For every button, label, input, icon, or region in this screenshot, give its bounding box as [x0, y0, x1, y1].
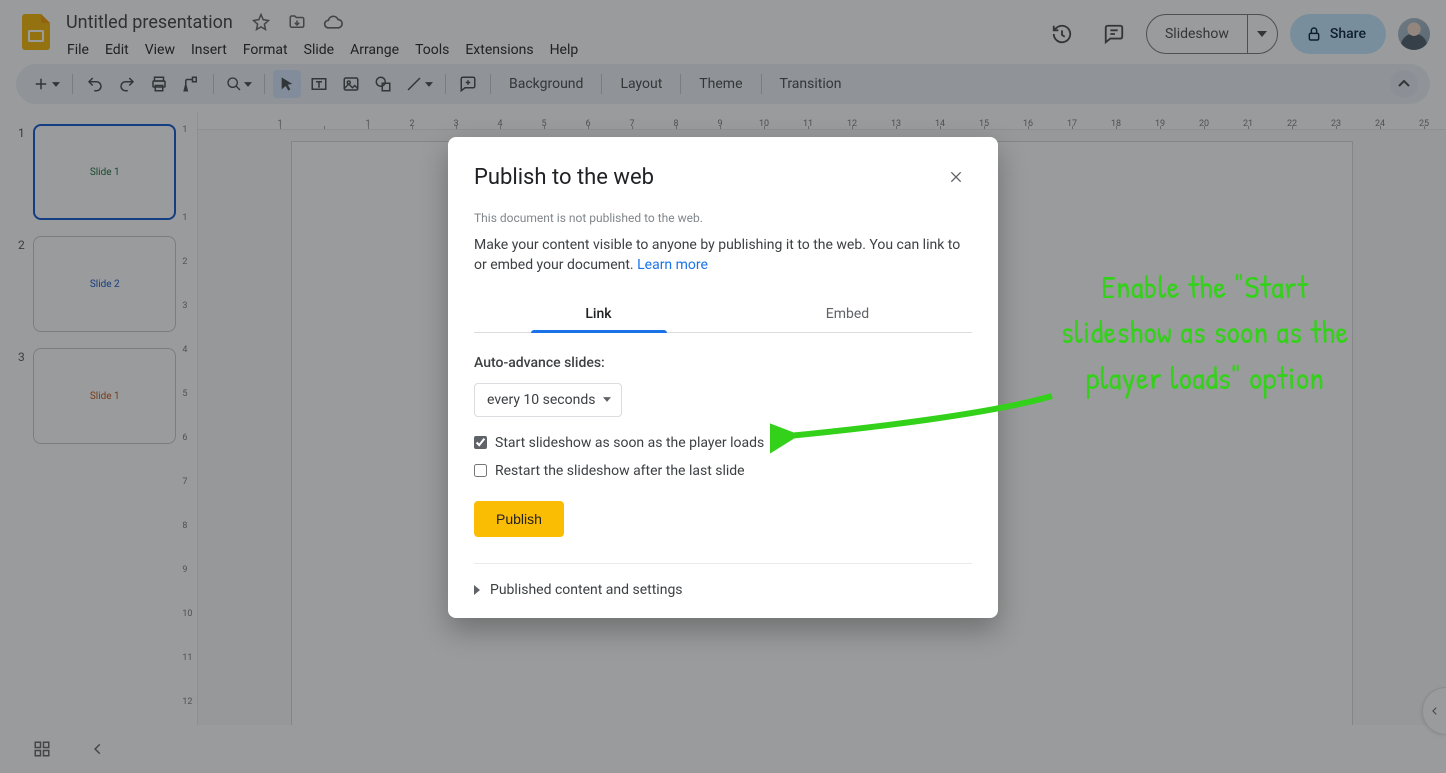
- dropdown-icon: [603, 397, 611, 402]
- divider: [474, 563, 972, 564]
- auto-advance-value: every 10 seconds: [487, 392, 595, 408]
- expander-published-content[interactable]: Published content and settings: [474, 582, 972, 598]
- learn-more-link[interactable]: Learn more: [637, 257, 708, 273]
- publish-dialog: Publish to the web This document is not …: [448, 137, 998, 618]
- dialog-subtitle: This document is not published to the we…: [474, 211, 972, 225]
- auto-advance-select[interactable]: every 10 seconds: [474, 383, 622, 417]
- publish-button[interactable]: Publish: [474, 501, 564, 537]
- dialog-tabs: Link Embed: [474, 296, 972, 333]
- triangle-right-icon: [474, 585, 480, 595]
- close-icon[interactable]: [940, 161, 972, 193]
- checkbox-start-slideshow[interactable]: Start slideshow as soon as the player lo…: [474, 435, 972, 451]
- dialog-title: Publish to the web: [474, 165, 940, 190]
- checkbox-start-slideshow-input[interactable]: [474, 436, 487, 449]
- checkbox-restart-slideshow-input[interactable]: [474, 464, 487, 477]
- tab-embed[interactable]: Embed: [723, 296, 972, 332]
- dialog-description: Make your content visible to anyone by p…: [474, 235, 972, 276]
- auto-advance-label: Auto-advance slides:: [474, 355, 972, 371]
- tab-link[interactable]: Link: [474, 296, 723, 332]
- checkbox-restart-slideshow[interactable]: Restart the slideshow after the last sli…: [474, 463, 972, 479]
